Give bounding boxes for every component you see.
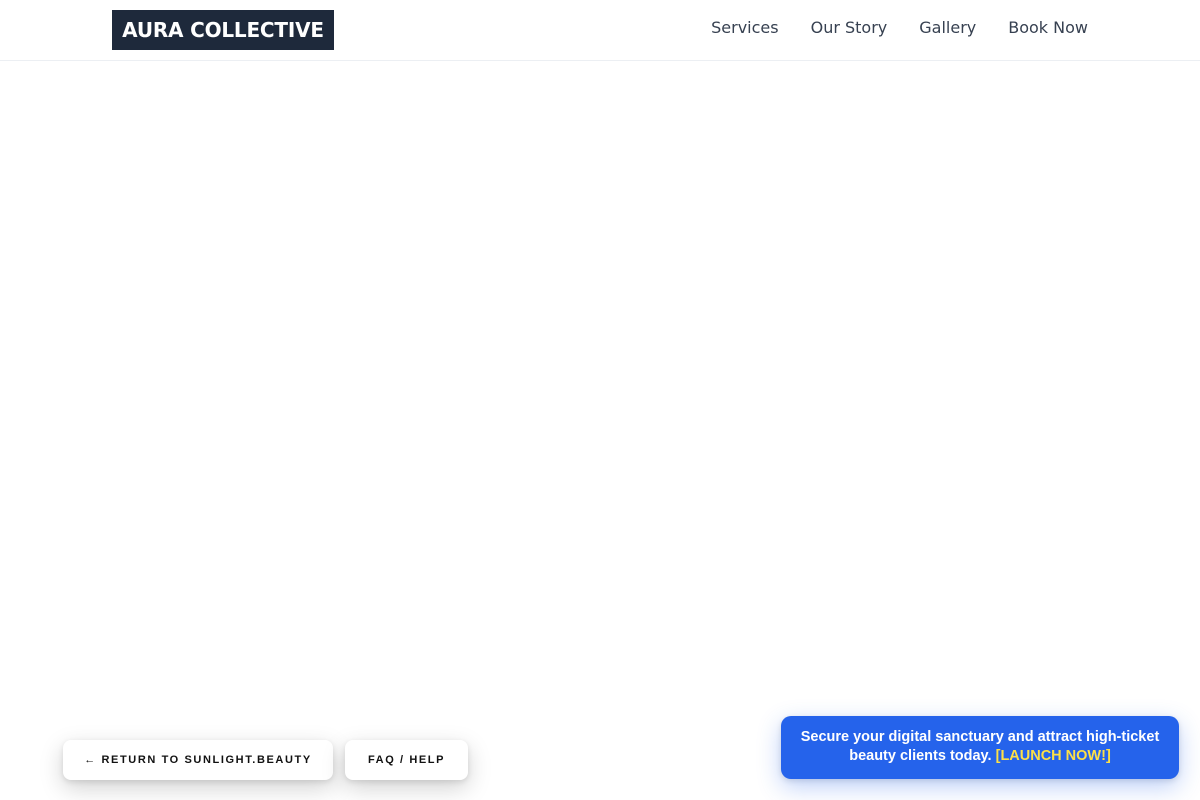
faq-help-button[interactable]: FAQ / HELP bbox=[345, 740, 468, 780]
promo-cta-link[interactable]: [LAUNCH NOW!] bbox=[996, 748, 1111, 764]
nav-link-services[interactable]: Services bbox=[711, 16, 778, 40]
nav-link-gallery[interactable]: Gallery bbox=[919, 16, 976, 40]
nav-link-our-story[interactable]: Our Story bbox=[811, 16, 888, 40]
return-to-sunlight-button[interactable]: ← RETURN TO SUNLIGHT.BEAUTY bbox=[63, 740, 333, 780]
promo-banner[interactable]: Secure your digital sanctuary and attrac… bbox=[781, 716, 1179, 779]
main-nav: Services Our Story Gallery Book Now bbox=[711, 16, 1088, 40]
page: AURA COLLECTIVE Services Our Story Galle… bbox=[0, 0, 1200, 800]
site-logo[interactable]: AURA COLLECTIVE bbox=[112, 10, 334, 50]
nav-link-book-now[interactable]: Book Now bbox=[1008, 16, 1088, 40]
site-header: AURA COLLECTIVE Services Our Story Galle… bbox=[0, 0, 1200, 61]
